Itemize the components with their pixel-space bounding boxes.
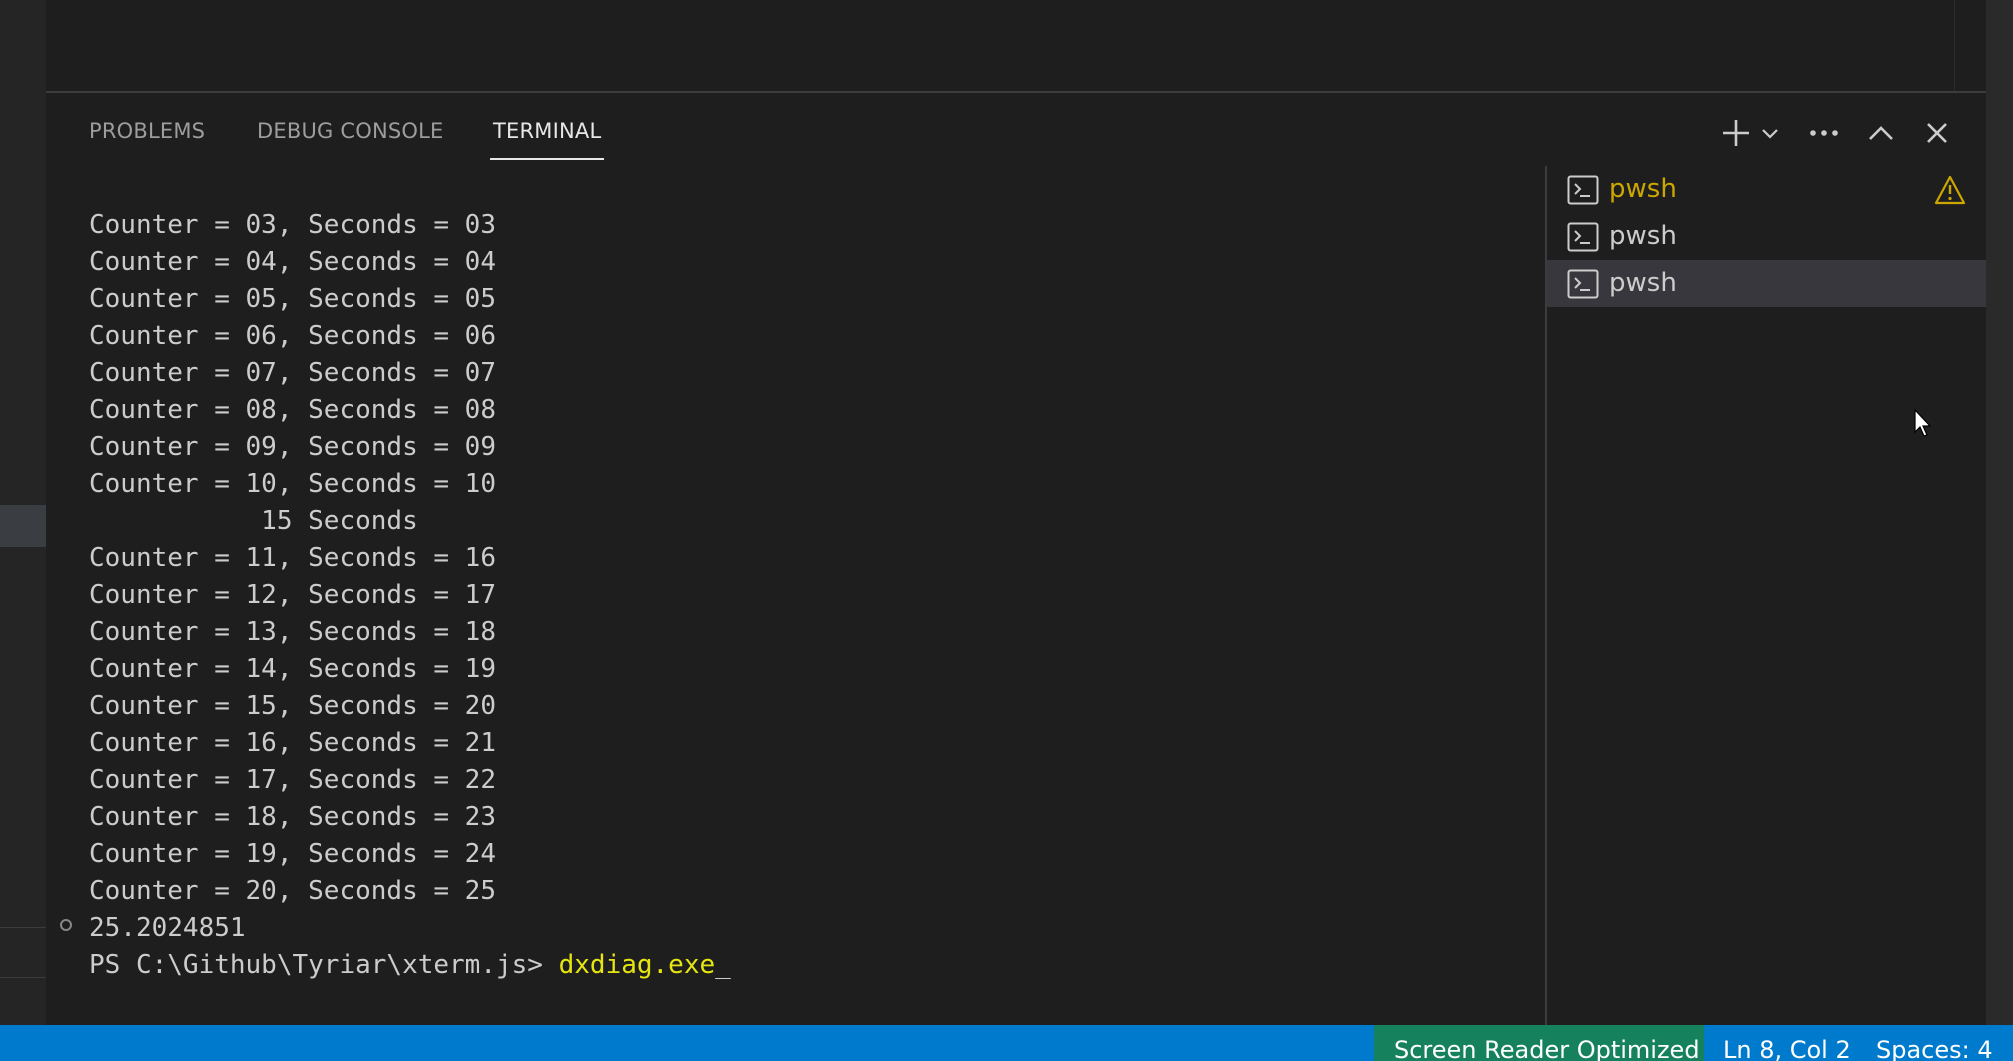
terminal-line: Counter = 17, Seconds = 22 — [89, 765, 496, 795]
terminal-line: Counter = 05, Seconds = 05 — [89, 284, 496, 314]
terminal-prompt: PS C:\Github\Tyriar\xterm.js> — [89, 950, 559, 980]
new-terminal-button[interactable] — [1716, 111, 1756, 155]
terminal-output[interactable]: Counter = 03, Seconds = 03 Counter = 04,… — [89, 207, 731, 984]
terminal-tab-label: pwsh — [1609, 221, 1677, 251]
tab-problems[interactable]: PROBLEMS — [89, 119, 205, 143]
terminal-line: Counter = 04, Seconds = 04 — [89, 247, 496, 277]
terminal-command: dxdiag.exe — [558, 950, 716, 980]
terminal-line: Counter = 16, Seconds = 21 — [89, 728, 496, 758]
editor-ruler — [1954, 0, 1955, 91]
terminal-line: 15 Seconds — [89, 506, 418, 536]
activity-bar-active-marker[interactable] — [0, 505, 46, 547]
terminal-line: Counter = 12, Seconds = 17 — [89, 580, 496, 610]
terminal-icon — [1567, 175, 1599, 205]
terminal-tab-pwsh-2[interactable]: pwsh — [1547, 213, 1986, 260]
terminal-line: Counter = 06, Seconds = 06 — [89, 321, 496, 351]
activity-bar-divider — [0, 927, 46, 928]
mouse-pointer-icon — [1914, 409, 1932, 437]
command-decoration-icon[interactable] — [60, 919, 72, 931]
terminal-line: Counter = 03, Seconds = 03 — [89, 210, 496, 240]
tab-terminal[interactable]: TERMINAL — [489, 119, 605, 160]
terminal-line: Counter = 11, Seconds = 16 — [89, 543, 496, 573]
chevron-up-icon — [1869, 126, 1893, 140]
terminal-tab-label: pwsh — [1609, 174, 1677, 204]
terminal-line: Counter = 15, Seconds = 20 — [89, 691, 496, 721]
tab-debug-console[interactable]: DEBUG CONSOLE — [257, 119, 444, 143]
launch-profile-dropdown[interactable] — [1756, 111, 1784, 155]
terminal-line: Counter = 07, Seconds = 07 — [89, 358, 496, 388]
panel: PROBLEMS DEBUG CONSOLE TERMINAL Counter … — [46, 93, 1986, 1025]
editor-area — [46, 0, 1986, 91]
close-icon — [1927, 123, 1947, 143]
warning-icon[interactable] — [1934, 175, 1966, 205]
panel-actions — [1716, 111, 1986, 155]
chevron-down-icon — [1762, 129, 1778, 139]
indentation-status[interactable]: Spaces: 4 — [1876, 1025, 1993, 1061]
maximize-panel-button[interactable] — [1861, 111, 1901, 155]
vscode-window: PROBLEMS DEBUG CONSOLE TERMINAL Counter … — [0, 0, 2013, 1061]
terminal-line: Counter = 18, Seconds = 23 — [89, 802, 496, 832]
terminal-icon — [1567, 269, 1599, 299]
terminal-line: Counter = 08, Seconds = 08 — [89, 395, 496, 425]
activity-bar — [0, 0, 46, 1025]
more-actions-button[interactable] — [1804, 111, 1844, 155]
ellipsis-icon — [1810, 130, 1838, 136]
terminal-line: Counter = 10, Seconds = 10 — [89, 469, 496, 499]
terminal-line: Counter = 20, Seconds = 25 — [89, 876, 496, 906]
terminal-tab-label: pwsh — [1609, 268, 1677, 298]
terminal-tab-pwsh-1[interactable]: pwsh — [1547, 166, 1986, 213]
terminal-cursor: _ — [715, 950, 731, 980]
terminal-tabs-list: pwsh pwsh pwsh — [1545, 166, 1986, 1025]
terminal-prompt-line: PS C:\Github\Tyriar\xterm.js> dxdiag.exe… — [89, 947, 731, 984]
terminal-line: Counter = 09, Seconds = 09 — [89, 432, 496, 462]
scrollbar-strip[interactable] — [1986, 0, 2013, 1025]
plus-icon — [1723, 120, 1749, 146]
panel-tabs: PROBLEMS DEBUG CONSOLE TERMINAL — [46, 93, 1046, 165]
close-panel-button[interactable] — [1917, 111, 1957, 155]
terminal-line: 25.2024851 — [89, 913, 246, 943]
terminal-tab-pwsh-3[interactable]: pwsh — [1547, 260, 1986, 307]
activity-bar-divider — [0, 977, 46, 978]
terminal-line: Counter = 14, Seconds = 19 — [89, 654, 496, 684]
cursor-position-status[interactable]: Ln 8, Col 2 — [1723, 1025, 1851, 1061]
screen-reader-mode-status[interactable]: Screen Reader Optimized — [1374, 1025, 1704, 1061]
terminal-line: Counter = 13, Seconds = 18 — [89, 617, 496, 647]
terminal-line: Counter = 19, Seconds = 24 — [89, 839, 496, 869]
status-bar: Screen Reader Optimized Ln 8, Col 2 Spac… — [0, 1025, 2013, 1061]
terminal-icon — [1567, 222, 1599, 252]
